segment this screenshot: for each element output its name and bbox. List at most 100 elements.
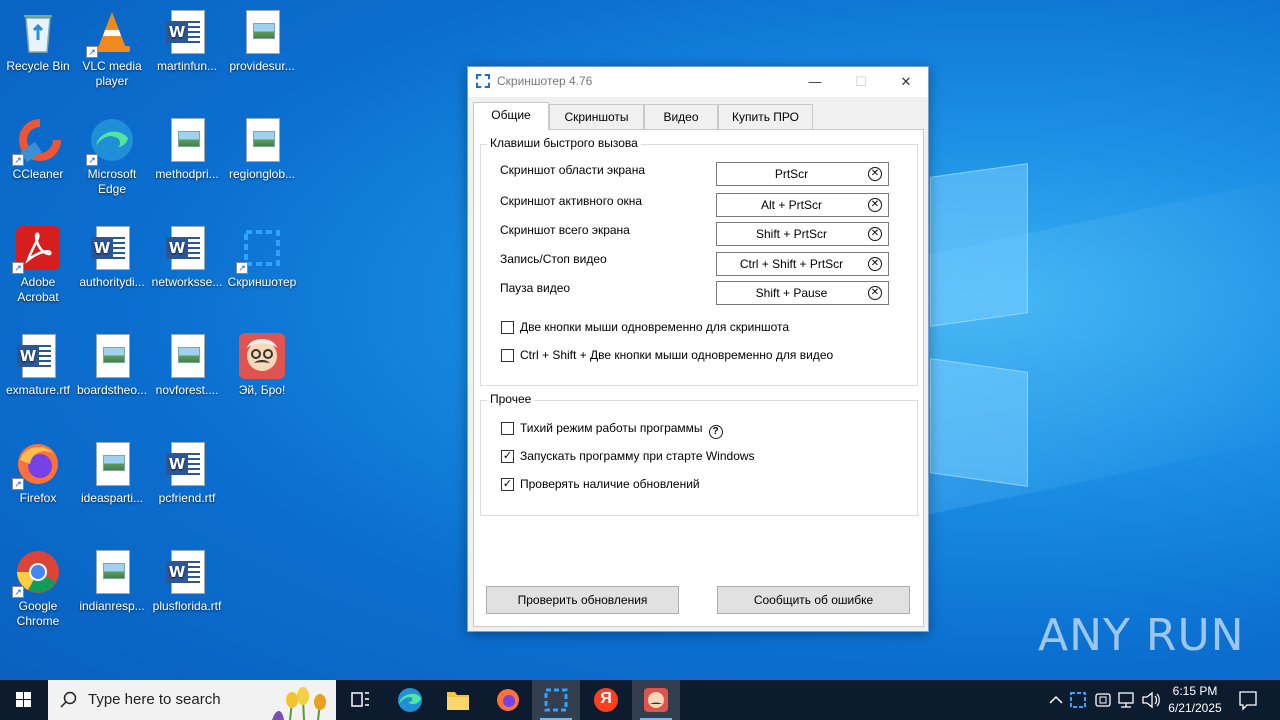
tab-buy-pro[interactable]: Купить ПРО xyxy=(718,104,813,129)
desktop-icon-acrobat[interactable]: ↗ Adobe Acrobat xyxy=(0,218,76,318)
hotkey-label-region: Скриншот области экрана xyxy=(500,163,646,177)
desktop-icon-providesur[interactable]: providesur... xyxy=(224,2,300,102)
desktop-icon-label: CCleaner xyxy=(12,167,64,181)
taskbar-search-box[interactable]: Type here to search xyxy=(48,680,336,720)
desktop-icon-screenshoter[interactable]: ↗ Скриншотер xyxy=(224,218,300,318)
desktop-icon-exmature[interactable]: W exmature.rtf xyxy=(0,326,76,426)
desktop-icon-plusflorida[interactable]: W plusflorida.rtf xyxy=(149,542,225,642)
desktop-icon-networksse[interactable]: W networksse... xyxy=(149,218,225,318)
check-updates-checkbox[interactable]: ✓ xyxy=(501,478,514,491)
other-group: Прочее Тихий режим работы программы? ✓ З… xyxy=(480,392,918,516)
window-titlebar[interactable]: Скриншотер 4.76 — ☐ ✕ xyxy=(468,67,928,97)
silent-mode-checkbox[interactable] xyxy=(501,422,514,435)
tab-video[interactable]: Видео xyxy=(644,104,718,129)
clear-hotkey-icon[interactable]: ✕ xyxy=(868,286,882,300)
image-file-icon xyxy=(88,332,136,380)
clear-hotkey-icon[interactable]: ✕ xyxy=(868,167,882,181)
task-view-button[interactable] xyxy=(336,680,384,720)
desktop-icon-firefox[interactable]: ↗ Firefox xyxy=(0,434,76,534)
taskbar-yandex[interactable]: Я xyxy=(582,680,630,720)
tab-general[interactable]: Общие xyxy=(473,102,549,130)
desktop-icon-regionglob[interactable]: regionglob... xyxy=(224,110,300,210)
desktop-icon-vlc[interactable]: ↗ VLC media player xyxy=(74,2,150,102)
hotkeys-group: Клавиши быстрого вызова Скриншот области… xyxy=(480,136,918,386)
tray-device[interactable] xyxy=(1092,680,1114,720)
hotkey-value: PrtScr xyxy=(774,167,809,181)
desktop-icon-label: Firefox xyxy=(19,491,57,505)
taskbar: Type here to search Я 6:15 PM 6/21/2025 xyxy=(0,680,1280,720)
mouse-video-checkbox[interactable] xyxy=(501,349,514,362)
desktop-icon-authoritydi[interactable]: W authoritydi... xyxy=(74,218,150,318)
desktop-icon-label: providesur... xyxy=(229,59,295,73)
desktop-icon-pcfriend[interactable]: W pcfriend.rtf xyxy=(149,434,225,534)
taskbar-screenshoter[interactable] xyxy=(532,680,580,720)
desktop-icon-edge[interactable]: ↗ Microsoft Edge xyxy=(74,110,150,210)
desktop-icon-chrome[interactable]: ↗ Google Chrome xyxy=(0,542,76,642)
yandex-letter: Я xyxy=(600,690,612,707)
app-icon xyxy=(476,74,490,88)
taskbar-file-explorer[interactable] xyxy=(434,680,482,720)
clear-hotkey-icon[interactable]: ✕ xyxy=(868,227,882,241)
close-button[interactable]: ✕ xyxy=(883,67,929,97)
desktop-icon-boardstheo[interactable]: boardstheo... xyxy=(74,326,150,426)
taskbar-ei-bro[interactable] xyxy=(632,680,680,720)
screenshoter-icon xyxy=(544,688,568,712)
hotkey-field-region[interactable]: PrtScr ✕ xyxy=(716,162,889,186)
tray-volume[interactable] xyxy=(1140,680,1162,720)
windows-logo-wallpaper xyxy=(930,163,1250,490)
tab-panel-general: Клавиши быстрого вызова Скриншот области… xyxy=(473,129,924,627)
image-file-icon xyxy=(88,440,136,488)
desktop-icon-indianresp[interactable]: indianresp... xyxy=(74,542,150,642)
minimize-button[interactable]: — xyxy=(792,67,838,97)
desktop-icon-methodpri[interactable]: methodpri... xyxy=(149,110,225,210)
google-chrome-icon: ↗ xyxy=(12,548,62,598)
desktop-icon-label: plusflorida.rtf xyxy=(152,599,222,613)
bro-face-icon xyxy=(238,332,286,380)
desktop-icon-label: martinfun... xyxy=(156,59,218,73)
desktop-icon-ideasparti[interactable]: ideasparti... xyxy=(74,434,150,534)
tray-screenshoter[interactable] xyxy=(1068,680,1088,720)
start-button[interactable] xyxy=(0,680,48,720)
desktop-icon-novforest[interactable]: novforest.... xyxy=(149,326,225,426)
show-hidden-icons-button[interactable] xyxy=(1046,680,1066,720)
report-bug-button[interactable]: Сообщить об ошибке xyxy=(717,586,910,614)
tray-network[interactable] xyxy=(1116,680,1138,720)
check-updates-button[interactable]: Проверить обновления xyxy=(486,586,679,614)
hotkey-label-pause-video: Пауза видео xyxy=(500,281,571,295)
desktop-icon-recycle-bin[interactable]: Recycle Bin xyxy=(0,2,76,102)
tab-screenshots[interactable]: Скриншоты xyxy=(549,104,644,129)
recycle-bin-icon xyxy=(14,8,62,56)
check-updates-label: Проверять наличие обновлений xyxy=(520,477,700,491)
desktop-icon-label: regionglob... xyxy=(228,167,296,181)
clear-hotkey-icon[interactable]: ✕ xyxy=(868,198,882,212)
ccleaner-icon: ↗ xyxy=(12,116,62,166)
screenshoter-settings-window: Скриншотер 4.76 — ☐ ✕ Общие Скриншоты Ви… xyxy=(467,66,929,632)
speaker-icon xyxy=(1142,691,1160,709)
clear-hotkey-icon[interactable]: ✕ xyxy=(868,257,882,271)
help-icon[interactable]: ? xyxy=(708,425,723,439)
word-document-icon: W xyxy=(163,8,211,56)
desktop-icon-martinfun[interactable]: W martinfun... xyxy=(149,2,225,102)
hotkey-field-full-screen[interactable]: Shift + PrtScr ✕ xyxy=(716,222,889,246)
hotkey-field-record-video[interactable]: Ctrl + Shift + PrtScr ✕ xyxy=(716,252,889,276)
hotkey-field-active-window[interactable]: Alt + PrtScr ✕ xyxy=(716,193,889,217)
desktop-icon-ei-bro[interactable]: Эй, Бро! xyxy=(224,326,300,426)
desktop-icon-ccleaner[interactable]: ↗ CCleaner xyxy=(0,110,76,210)
word-document-icon: W xyxy=(163,224,211,272)
adobe-acrobat-icon: ↗ xyxy=(12,224,62,274)
taskbar-edge[interactable] xyxy=(386,680,434,720)
hotkey-field-pause-video[interactable]: Shift + Pause ✕ xyxy=(716,281,889,305)
clock[interactable]: 6:15 PM 6/21/2025 xyxy=(1160,683,1230,717)
taskbar-firefox[interactable] xyxy=(484,680,532,720)
mouse-screenshot-checkbox[interactable] xyxy=(501,321,514,334)
desktop-icon-label: Microsoft Edge xyxy=(87,167,137,196)
hotkey-label-record-video: Запись/Стоп видео xyxy=(500,252,607,266)
hotkey-value: Alt + PrtScr xyxy=(760,198,822,212)
autostart-checkbox[interactable]: ✓ xyxy=(501,450,514,463)
desktop-icon-label: methodpri... xyxy=(155,167,219,181)
network-icon xyxy=(1118,692,1134,708)
notifications-button[interactable] xyxy=(1236,680,1260,720)
anyrun-watermark: ANY RUN xyxy=(1038,610,1245,661)
desktop-icon-label: Adobe Acrobat xyxy=(17,275,59,304)
close-icon: ✕ xyxy=(900,74,912,89)
